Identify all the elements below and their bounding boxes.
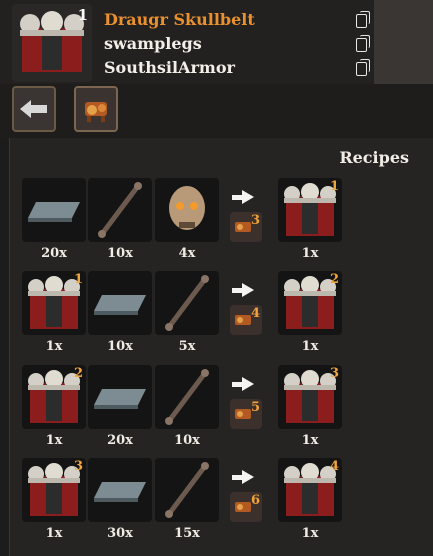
ingredient-slot[interactable] bbox=[155, 271, 219, 335]
ingredient-slot[interactable] bbox=[155, 178, 219, 242]
recipe-row: 20x 10x 4x 3 1 1x bbox=[22, 178, 352, 268]
ingredient-qty: 15x bbox=[174, 526, 200, 541]
station-level-number: 3 bbox=[250, 213, 260, 228]
arrow-right-icon bbox=[232, 283, 254, 297]
item-row-southsilarmor[interactable]: SouthsilArmor bbox=[104, 55, 372, 79]
bone-rod-icon bbox=[165, 369, 209, 425]
recipe-row: 2 1x 20x 10x 5 3 1x bbox=[22, 365, 352, 455]
quality-badge: 1 bbox=[73, 272, 83, 287]
recipe-row: 1 1x 10x 5x 4 2 1x bbox=[22, 271, 352, 361]
crafting-station-icon bbox=[85, 102, 107, 122]
ingredient-qty: 1x bbox=[45, 339, 63, 354]
arrow-right-icon bbox=[232, 377, 254, 391]
ingredient-qty: 20x bbox=[107, 433, 133, 448]
bone-rod-icon bbox=[165, 275, 209, 331]
copy-icon[interactable] bbox=[356, 59, 370, 76]
recipes-panel: Recipes 20x 10x 4x 3 1 1x 1 1x 10x 5x 4 … bbox=[9, 138, 433, 556]
recipes-title: Recipes bbox=[339, 148, 409, 167]
quality-badge: 1 bbox=[329, 179, 339, 194]
item-name: Draugr Skullbelt bbox=[104, 9, 255, 29]
station-level: 5 bbox=[230, 399, 262, 429]
ingredient-qty: 10x bbox=[174, 433, 200, 448]
header-scroll-strip bbox=[374, 0, 433, 84]
result-qty: 1x bbox=[301, 526, 319, 541]
ingredient-qty: 30x bbox=[107, 526, 133, 541]
quality-badge: 4 bbox=[329, 459, 339, 474]
station-level: 3 bbox=[230, 212, 262, 242]
ingredient-slot[interactable] bbox=[88, 365, 152, 429]
back-button[interactable] bbox=[12, 86, 56, 132]
ingredient-slot[interactable]: 3 bbox=[22, 458, 86, 522]
back-arrow-icon bbox=[20, 100, 47, 118]
recipe-row: 3 1x 30x 15x 6 4 1x bbox=[22, 458, 352, 548]
nav-bar bbox=[0, 84, 433, 138]
bone-rod-icon bbox=[98, 182, 142, 238]
item-quality-badge: 1 bbox=[77, 6, 88, 24]
metal-bar-icon bbox=[28, 202, 80, 222]
ingredient-slot[interactable]: 2 bbox=[22, 365, 86, 429]
quality-badge: 2 bbox=[329, 272, 339, 287]
ingredient-qty: 4x bbox=[178, 246, 196, 261]
station-level: 6 bbox=[230, 492, 262, 522]
quality-badge: 3 bbox=[329, 366, 339, 381]
station-level-number: 5 bbox=[250, 400, 260, 415]
ingredient-qty: 5x bbox=[178, 339, 196, 354]
station-level-number: 4 bbox=[250, 306, 260, 321]
station-level-number: 6 bbox=[250, 493, 260, 508]
result-qty: 1x bbox=[301, 339, 319, 354]
ingredient-qty: 20x bbox=[41, 246, 67, 261]
result-qty: 1x bbox=[301, 246, 319, 261]
crafting-station-button[interactable] bbox=[74, 86, 118, 132]
ingredient-slot[interactable] bbox=[88, 178, 152, 242]
ingredient-slot[interactable] bbox=[88, 458, 152, 522]
item-row-swamplegs[interactable]: swamplegs bbox=[104, 31, 372, 55]
ingredient-qty: 10x bbox=[107, 339, 133, 354]
metal-bar-icon bbox=[94, 389, 146, 409]
bone-rod-icon bbox=[165, 462, 209, 518]
ingredient-slot[interactable] bbox=[22, 178, 86, 242]
copy-icon[interactable] bbox=[356, 35, 370, 52]
arrow-right-icon bbox=[232, 190, 254, 204]
quality-badge: 3 bbox=[73, 459, 83, 474]
ingredient-slot[interactable] bbox=[155, 365, 219, 429]
selected-item-slot[interactable]: 1 bbox=[12, 4, 92, 82]
metal-bar-icon bbox=[94, 482, 146, 502]
item-name: SouthsilArmor bbox=[104, 57, 235, 77]
result-slot[interactable]: 1 bbox=[278, 178, 342, 242]
item-list: Draugr Skullbelt swamplegs SouthsilArmor bbox=[104, 7, 372, 79]
result-slot[interactable]: 2 bbox=[278, 271, 342, 335]
quality-badge: 2 bbox=[73, 366, 83, 381]
item-name: swamplegs bbox=[104, 33, 202, 53]
result-qty: 1x bbox=[301, 433, 319, 448]
ingredient-qty: 10x bbox=[107, 246, 133, 261]
result-slot[interactable]: 3 bbox=[278, 365, 342, 429]
copy-icon[interactable] bbox=[356, 11, 370, 28]
ingredient-slot[interactable]: 1 bbox=[22, 271, 86, 335]
ingredient-slot[interactable] bbox=[155, 458, 219, 522]
item-row-draugr-skullbelt[interactable]: Draugr Skullbelt bbox=[104, 7, 372, 31]
skull-icon bbox=[169, 186, 205, 230]
result-slot[interactable]: 4 bbox=[278, 458, 342, 522]
metal-bar-icon bbox=[94, 295, 146, 315]
ingredient-slot[interactable] bbox=[88, 271, 152, 335]
arrow-right-icon bbox=[232, 470, 254, 484]
ingredient-qty: 1x bbox=[45, 433, 63, 448]
station-level: 4 bbox=[230, 305, 262, 335]
ingredient-qty: 1x bbox=[45, 526, 63, 541]
